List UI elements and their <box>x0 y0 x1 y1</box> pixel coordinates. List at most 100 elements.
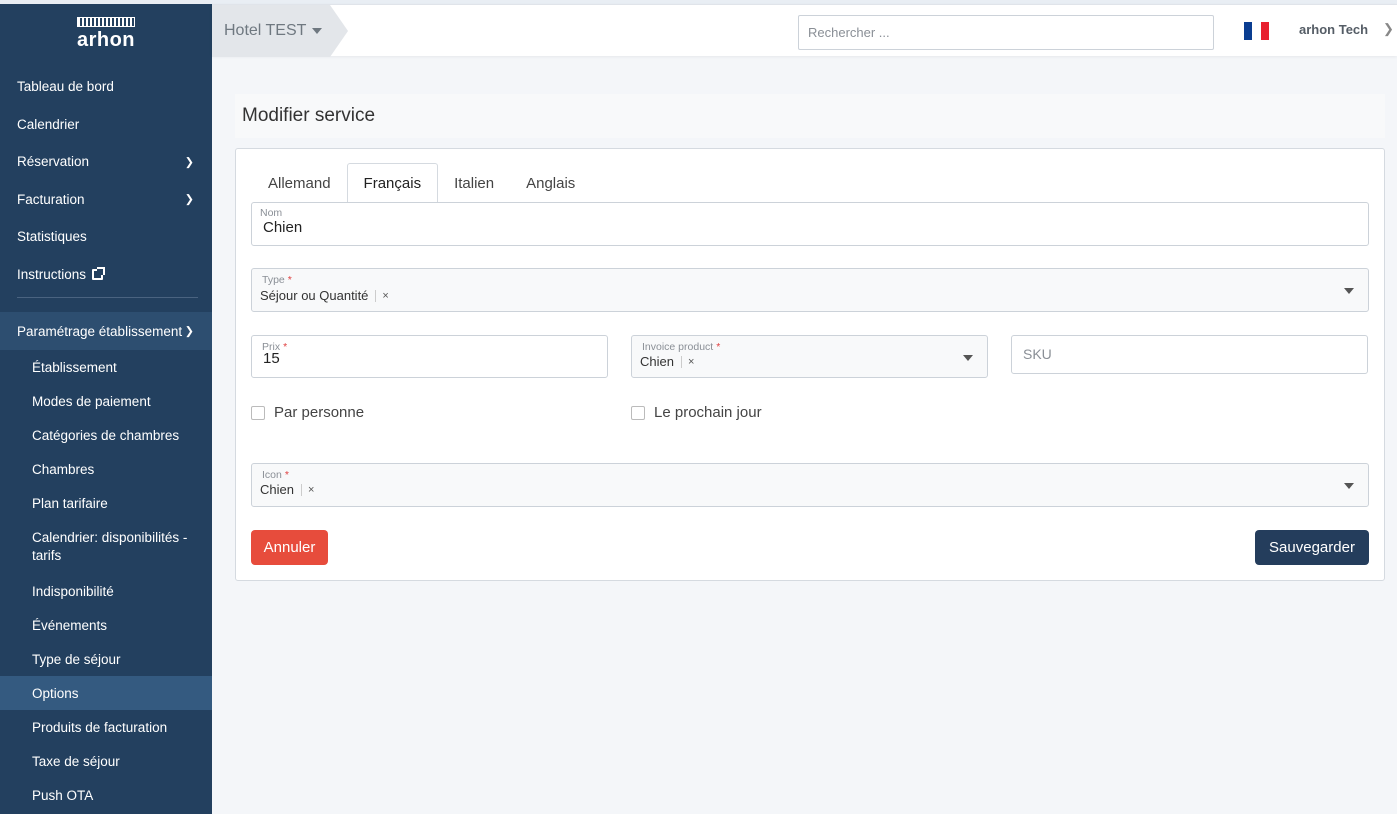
caret-down-icon[interactable] <box>1344 288 1354 294</box>
sidebar-item-reservation[interactable]: Réservation ❯ <box>0 143 212 181</box>
nom-label: Nom <box>260 207 283 219</box>
sidebar-subitem-evenements[interactable]: Événements <box>0 608 212 642</box>
sidebar-subitem-label: Type de séjour <box>32 651 121 667</box>
sidebar-subitem-categories-chambres[interactable]: Catégories de chambres <box>0 418 212 452</box>
sidebar-subitem-label: Plan tarifaire <box>32 495 108 511</box>
external-link-icon <box>92 266 106 280</box>
search-input[interactable] <box>798 15 1214 50</box>
edit-service-card: Allemand Français Italien Anglais Nom Ch… <box>235 148 1385 581</box>
logo[interactable]: arhon <box>0 0 212 68</box>
page-title: Modifier service <box>235 94 1385 138</box>
language-flag-icon[interactable] <box>1244 22 1269 40</box>
icon-value: Chien <box>260 482 294 497</box>
sku-field[interactable]: SKU <box>1011 335 1368 374</box>
invoice-selected-tag: Chien × <box>640 354 694 369</box>
chevron-down-icon: ❯ <box>184 325 194 338</box>
tab-francais[interactable]: Français <box>346 163 439 203</box>
sidebar-item-statistiques[interactable]: Statistiques <box>0 218 212 256</box>
tab-italien[interactable]: Italien <box>438 163 510 203</box>
sidebar-section-label: Paramétrage établissement <box>17 323 183 339</box>
clear-icon[interactable]: × <box>680 355 694 368</box>
hotel-selector[interactable]: Hotel TEST <box>212 5 348 57</box>
sidebar-item-label: Calendrier <box>17 116 80 132</box>
nom-value: Chien <box>263 219 303 236</box>
sidebar-item-label: Tableau de bord <box>17 79 114 95</box>
sidebar-subitem-push-ota[interactable]: Push OTA <box>0 778 212 812</box>
sidebar-item-label: Réservation <box>17 154 90 170</box>
user-menu[interactable]: arhon Tech <box>1299 22 1368 37</box>
type-selected-tag: Séjour ou Quantité × <box>260 288 389 303</box>
cancel-button[interactable]: Annuler <box>251 530 328 565</box>
caret-down-icon <box>312 28 323 34</box>
sidebar-subitem-label: Établissement <box>32 359 117 375</box>
sidebar-subitem-label: Modes de paiement <box>32 393 151 409</box>
sidebar-item-facturation[interactable]: Facturation ❯ <box>0 181 212 219</box>
sidebar-subitem-taxe-sejour[interactable]: Taxe de séjour <box>0 744 212 778</box>
sidebar-subitem-chambres[interactable]: Chambres <box>0 452 212 486</box>
icon-label: Icon * <box>262 469 289 481</box>
sidebar-divider <box>17 297 198 298</box>
caret-down-icon[interactable] <box>963 354 973 361</box>
sidebar-item-tableau-de-bord[interactable]: Tableau de bord <box>0 68 212 106</box>
prochain-jour-checkbox[interactable]: Le prochain jour <box>631 404 762 421</box>
icon-label-text: Icon <box>262 469 282 481</box>
sidebar: arhon Tableau de bord Calendrier Réserva… <box>0 0 212 814</box>
type-label: Type * <box>262 274 292 286</box>
prix-value: 15 <box>263 350 280 367</box>
sidebar-subitem-label: Chambres <box>32 461 95 477</box>
invoice-product-value: Chien <box>640 354 674 369</box>
sku-placeholder: SKU <box>1023 346 1052 362</box>
sidebar-subitem-calendrier-disponibilites[interactable]: Calendrier: disponibilités - tarifs <box>0 520 212 574</box>
type-label-text: Type <box>262 274 285 286</box>
sidebar-subitem-etablissement[interactable]: Établissement <box>0 350 212 384</box>
caret-down-icon[interactable] <box>1344 483 1354 489</box>
topbar: Hotel TEST arhon Tech ❯ <box>212 4 1397 57</box>
sidebar-subitem-type-sejour[interactable]: Type de séjour <box>0 642 212 676</box>
sidebar-item-calendrier[interactable]: Calendrier <box>0 106 212 144</box>
sidebar-item-label: Instructions <box>17 266 87 282</box>
sidebar-item-instructions[interactable]: Instructions <box>0 256 212 294</box>
logo-mark-icon <box>77 16 135 27</box>
chevron-right-icon[interactable]: ❯ <box>1383 21 1394 37</box>
clear-icon[interactable]: × <box>300 483 314 496</box>
sidebar-subitem-produits-facturation[interactable]: Produits de facturation <box>0 710 212 744</box>
prix-field[interactable]: Prix * 15 <box>251 335 608 378</box>
sidebar-subitem-options[interactable]: Options <box>0 676 212 710</box>
par-personne-checkbox[interactable]: Par personne <box>251 404 364 421</box>
clear-icon[interactable]: × <box>375 289 389 302</box>
hotel-name: Hotel TEST <box>224 22 307 39</box>
required-mark: * <box>716 341 721 353</box>
sidebar-subitem-label: Taxe de séjour <box>32 753 120 769</box>
sidebar-section-parametrage[interactable]: Paramétrage établissement ❯ <box>0 312 212 350</box>
checkbox-box[interactable] <box>631 405 645 420</box>
sidebar-subitem-modes-paiement[interactable]: Modes de paiement <box>0 384 212 418</box>
required-mark: * <box>284 469 289 481</box>
sidebar-subitem-plan-tarifaire[interactable]: Plan tarifaire <box>0 486 212 520</box>
sidebar-subitem-label: Événements <box>32 617 108 633</box>
sidebar-subitem-label: Options <box>32 685 79 701</box>
required-mark: * <box>283 341 288 353</box>
sidebar-subitem-indisponibilite[interactable]: Indisponibilité <box>0 574 212 608</box>
sidebar-subnav: Établissement Modes de paiement Catégori… <box>0 350 212 812</box>
tab-allemand[interactable]: Allemand <box>252 163 347 203</box>
invoice-product-label: Invoice product * <box>642 341 720 353</box>
checkbox-box[interactable] <box>251 405 265 420</box>
nom-field[interactable]: Nom Chien <box>251 202 1369 246</box>
sidebar-subitem-label: Indisponibilité <box>32 583 114 599</box>
invoice-product-select[interactable]: Invoice product * Chien × <box>631 335 988 378</box>
tab-anglais[interactable]: Anglais <box>510 163 591 203</box>
save-button[interactable]: Sauvegarder <box>1255 530 1369 565</box>
type-select[interactable]: Type * Séjour ou Quantité × <box>251 268 1369 312</box>
sidebar-subitem-label: Catégories de chambres <box>32 427 180 443</box>
sidebar-item-label: Statistiques <box>17 229 87 245</box>
sidebar-subitem-label: Produits de facturation <box>32 719 168 735</box>
icon-selected-tag: Chien × <box>260 482 314 497</box>
invoice-product-label-text: Invoice product <box>642 341 714 353</box>
logo-text: arhon <box>76 28 136 51</box>
sidebar-item-label: Facturation <box>17 191 85 207</box>
par-personne-label: Par personne <box>274 404 365 421</box>
sidebar-subitem-label: Calendrier: disponibilités - tarifs <box>32 530 188 563</box>
icon-select[interactable]: Icon * Chien × <box>251 463 1369 507</box>
prochain-jour-label: Le prochain jour <box>654 404 762 421</box>
type-value: Séjour ou Quantité <box>260 288 369 303</box>
